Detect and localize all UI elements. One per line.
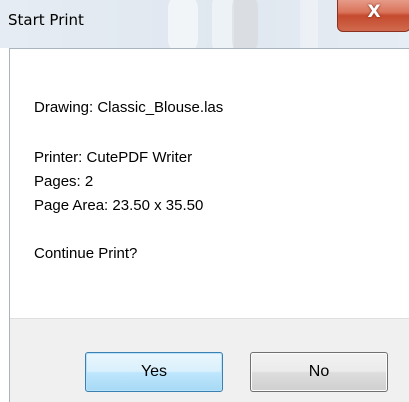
dialog-body: Drawing: Classic_Blouse.las Printer: Cut… — [9, 48, 409, 402]
drawing-line: Drawing: Classic_Blouse.las — [34, 99, 224, 116]
page-area-line: Page Area: 23.50 x 35.50 — [34, 197, 204, 214]
printer-line: Printer: CutePDF Writer — [34, 149, 193, 166]
title-bar[interactable]: Start Print X — [0, 0, 409, 48]
window-title: Start Print — [8, 11, 84, 29]
pages-line: Pages: 2 — [34, 173, 94, 190]
titlebar-glass-streak — [168, 0, 198, 48]
yes-button[interactable]: Yes — [85, 352, 223, 392]
button-bar: Yes No — [10, 318, 409, 402]
close-icon: X — [367, 2, 381, 22]
titlebar-glass-streak — [300, 0, 318, 48]
start-print-dialog: Start Print X Drawing: Classic_Blouse.la… — [0, 0, 409, 402]
titlebar-glass-streak — [232, 0, 258, 48]
close-button[interactable]: X — [337, 0, 409, 32]
no-button[interactable]: No — [250, 352, 388, 392]
continue-question: Continue Print? — [34, 245, 138, 262]
titlebar-glass-streak — [212, 0, 234, 48]
